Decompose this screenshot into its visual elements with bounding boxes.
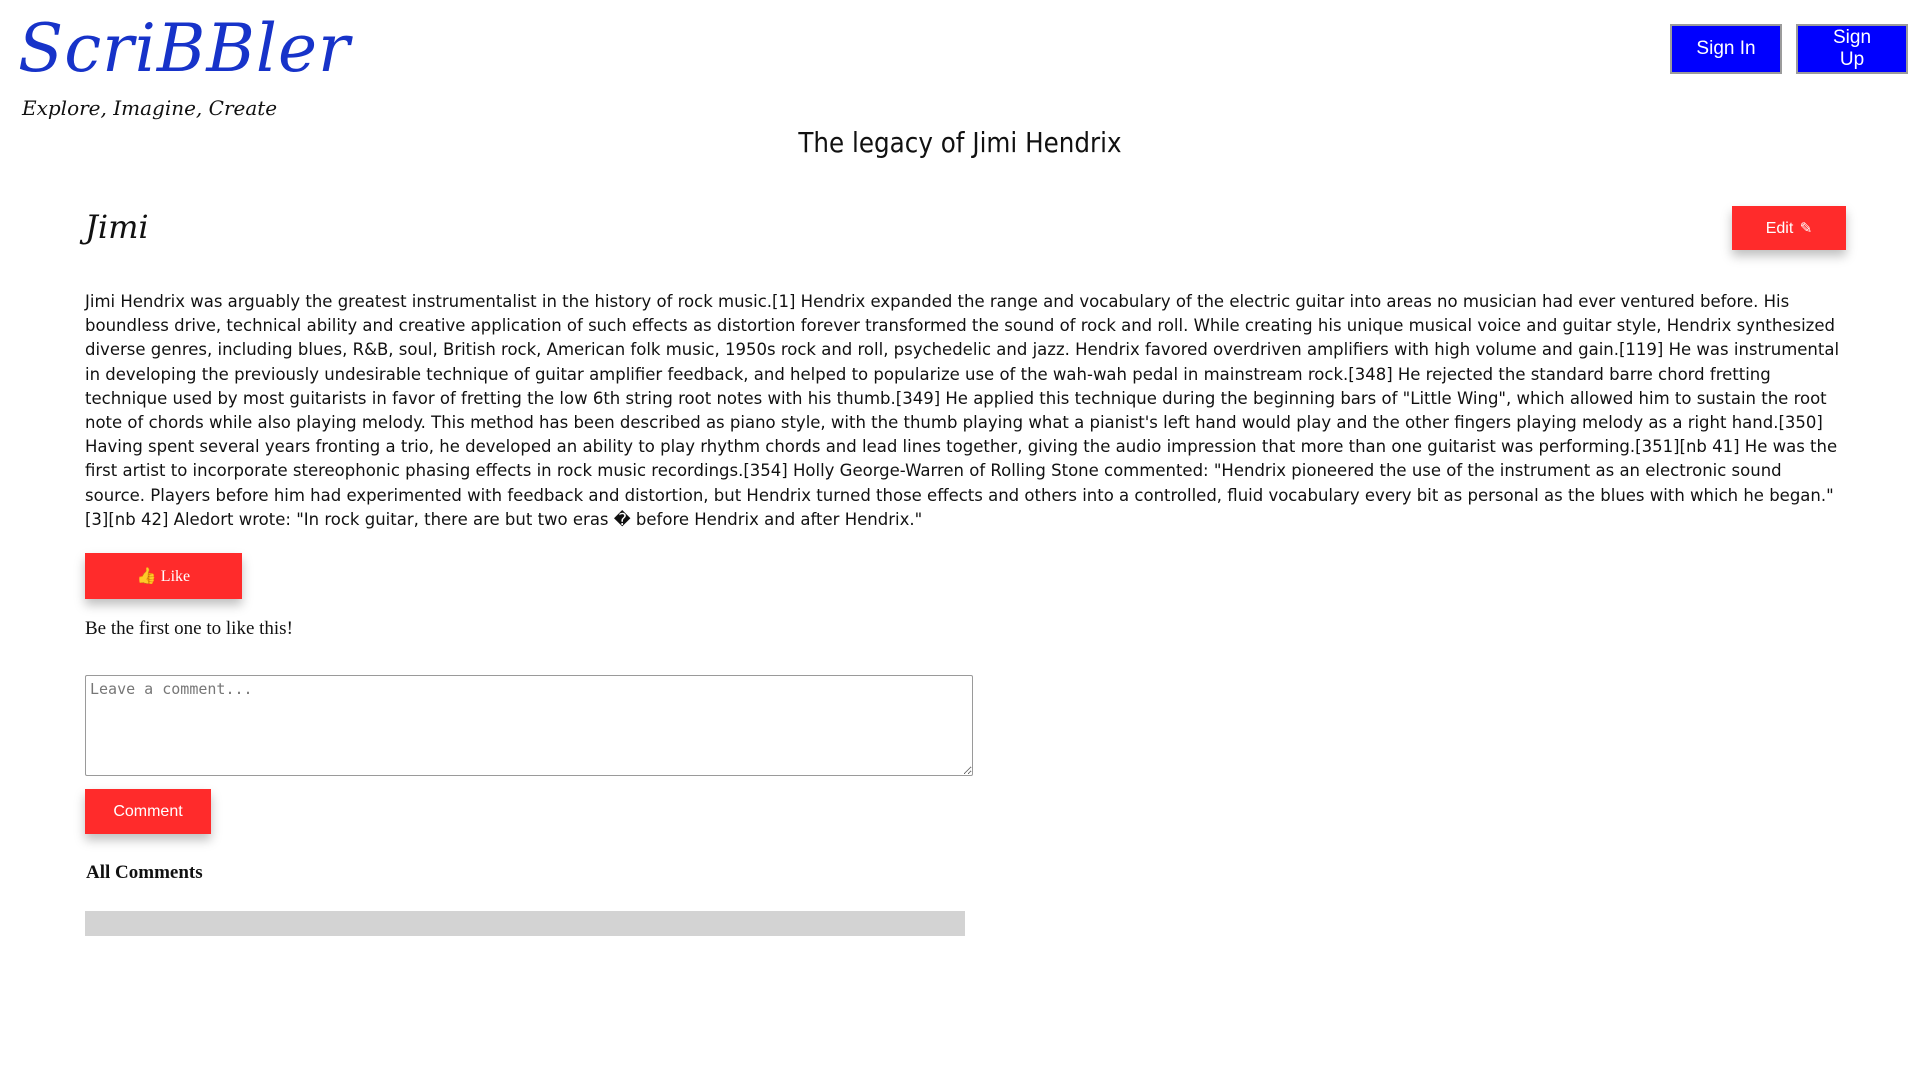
tagline: Explore, Imagine, Create xyxy=(22,96,278,120)
brand: ScriBBler Explore, Imagine, Create xyxy=(18,6,351,121)
like-button-label: Like xyxy=(160,568,191,585)
like-status: Be the first one to like this! xyxy=(85,618,293,639)
comment-button[interactable]: Comment xyxy=(85,789,211,834)
thumbs-up-icon: 👍 xyxy=(136,568,157,585)
edit-icon: ✎ xyxy=(1799,219,1813,237)
all-comments-heading: All Comments xyxy=(86,862,203,883)
post-author: Jimi xyxy=(85,208,149,246)
sign-in-button[interactable]: Sign In xyxy=(1670,24,1782,74)
post-title: The legacy of Jimi Hendrix xyxy=(798,126,1122,159)
edit-button-label: Edit xyxy=(1765,219,1794,237)
logo[interactable]: ScriBBler xyxy=(18,16,351,82)
sign-up-button[interactable]: Sign Up xyxy=(1796,24,1908,74)
post-body: Jimi Hendrix was arguably the greatest i… xyxy=(85,292,1840,529)
edit-button[interactable]: Edit ✎ xyxy=(1732,206,1846,250)
comment-input[interactable] xyxy=(85,675,973,776)
auth-buttons: Sign In Sign Up xyxy=(1670,24,1908,74)
like-button[interactable]: 👍 Like xyxy=(85,553,242,599)
page: ScriBBler Explore, Imagine, Create Sign … xyxy=(0,0,1920,1079)
comments-list xyxy=(85,911,965,936)
